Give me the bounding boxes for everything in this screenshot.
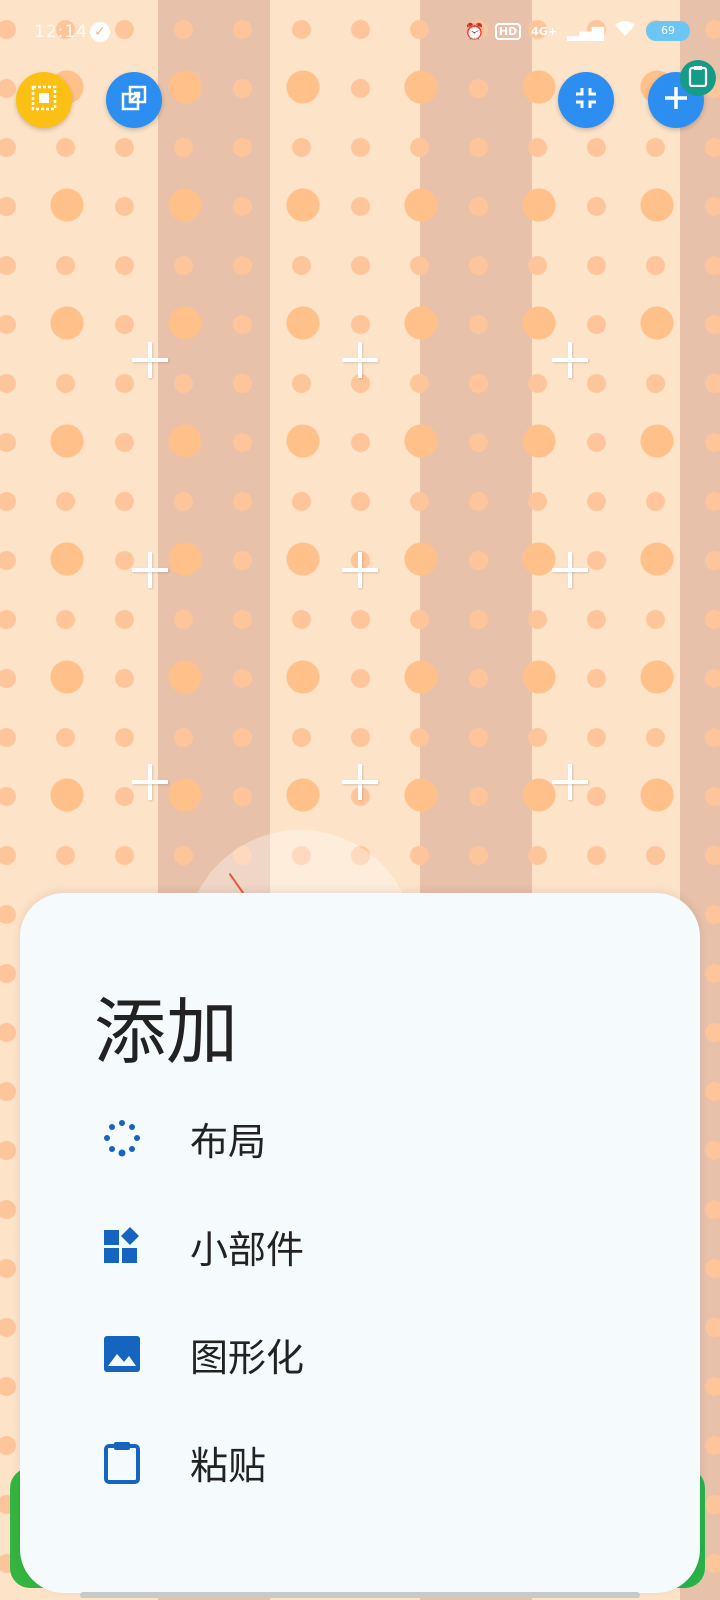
hd-badge: HD (494, 22, 522, 40)
select-area-icon (30, 84, 58, 116)
collapse-icon (572, 84, 600, 116)
menu-item-label: 粘贴 (190, 1443, 267, 1488)
sheet-title: 添加 (94, 990, 239, 1074)
layout-dots-icon (94, 1110, 150, 1166)
menu-item-graphics[interactable]: 图形化 (80, 1309, 680, 1399)
add-cell-button[interactable] (550, 550, 590, 590)
add-cell-button[interactable] (550, 340, 590, 380)
widget-icon (94, 1218, 150, 1274)
menu-item-label: 布局 (190, 1119, 267, 1164)
add-cell-button[interactable] (550, 762, 590, 802)
resize-icon (119, 83, 149, 117)
clipboard-icon (688, 65, 708, 91)
add-cell-button[interactable] (130, 762, 170, 802)
add-cell-button[interactable] (130, 340, 170, 380)
menu-item-paste[interactable]: 粘贴 (80, 1417, 680, 1507)
alarm-icon: ⏰ (464, 21, 485, 41)
clipboard-icon (94, 1434, 150, 1490)
status-bar: 12:14 ✓ ⏰ HD 4G+ ▂▄▆ 69 (0, 0, 720, 66)
menu-item-label: 图形化 (190, 1335, 305, 1380)
wifi-icon (614, 20, 636, 42)
check-icon: ✓ (90, 22, 110, 42)
status-time: 12:14 (34, 22, 88, 42)
image-icon (94, 1326, 150, 1382)
add-cell-button[interactable] (340, 762, 380, 802)
add-cell-button[interactable] (340, 340, 380, 380)
status-icons: ⏰ HD 4G+ ▂▄▆ 69 (465, 20, 690, 42)
menu-item-layout[interactable]: 布局 (80, 1093, 680, 1183)
signal-icon: ▂▄▆ (567, 21, 604, 41)
add-bottom-sheet: 添加 布局 小部件 图形化 粘贴 (20, 893, 700, 1593)
select-area-button[interactable] (16, 72, 72, 128)
add-cell-button[interactable] (130, 550, 170, 590)
battery-indicator: 69 (646, 21, 690, 41)
menu-item-widget[interactable]: 小部件 (80, 1201, 680, 1291)
gesture-bar[interactable] (80, 1592, 640, 1598)
menu-item-label: 小部件 (190, 1227, 305, 1272)
add-cell-button[interactable] (340, 550, 380, 590)
collapse-button[interactable] (558, 72, 614, 128)
network-label: 4G+ (531, 24, 558, 38)
clipboard-badge[interactable] (680, 60, 716, 96)
resize-button[interactable] (106, 72, 162, 128)
